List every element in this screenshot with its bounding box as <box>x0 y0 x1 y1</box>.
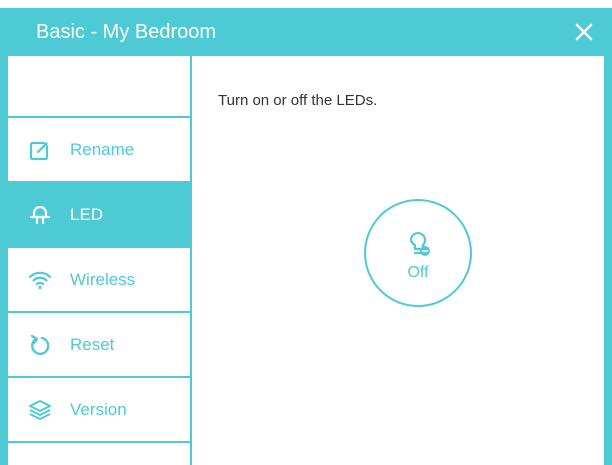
close-icon <box>575 23 593 41</box>
led-description: Turn on or off the LEDs. <box>218 92 378 109</box>
sidebar-item-label: Reset <box>70 334 115 354</box>
led-icon <box>28 203 52 227</box>
sidebar-item-led[interactable]: LED <box>8 183 190 248</box>
sidebar-nav: Rename LED Wireless Reset Version <box>8 56 192 465</box>
sidebar-item-rename[interactable]: Rename <box>8 118 190 183</box>
wifi-icon <box>28 268 52 292</box>
sidebar-item-wireless[interactable]: Wireless <box>8 248 190 313</box>
device-settings-dialog: Basic - My Bedroom Rename LED Wireless R… <box>0 0 612 465</box>
led-toggle-button[interactable]: Off <box>364 199 472 307</box>
sidebar-item-label: Wireless <box>70 269 136 289</box>
main-content: Turn on or off the LEDs. Off <box>192 56 604 465</box>
dialog-titlebar: Basic - My Bedroom <box>0 8 612 56</box>
sidebar-item-label: Version <box>70 399 127 419</box>
bulb-off-icon <box>409 232 430 256</box>
sidebar-item-version[interactable]: Version <box>8 378 190 443</box>
sidebar-item-label: Rename <box>70 139 135 159</box>
edit-icon <box>28 138 52 162</box>
top-strip <box>0 0 612 8</box>
sidebar-header-spacer <box>8 56 190 118</box>
sidebar-item-reset[interactable]: Reset <box>8 313 190 378</box>
led-state-label: Off <box>407 264 429 281</box>
sidebar-item-label: LED <box>70 204 104 224</box>
layers-icon <box>28 398 52 422</box>
close-button[interactable] <box>570 18 598 46</box>
dialog-title: Basic - My Bedroom <box>36 21 217 43</box>
reset-icon <box>28 333 52 357</box>
